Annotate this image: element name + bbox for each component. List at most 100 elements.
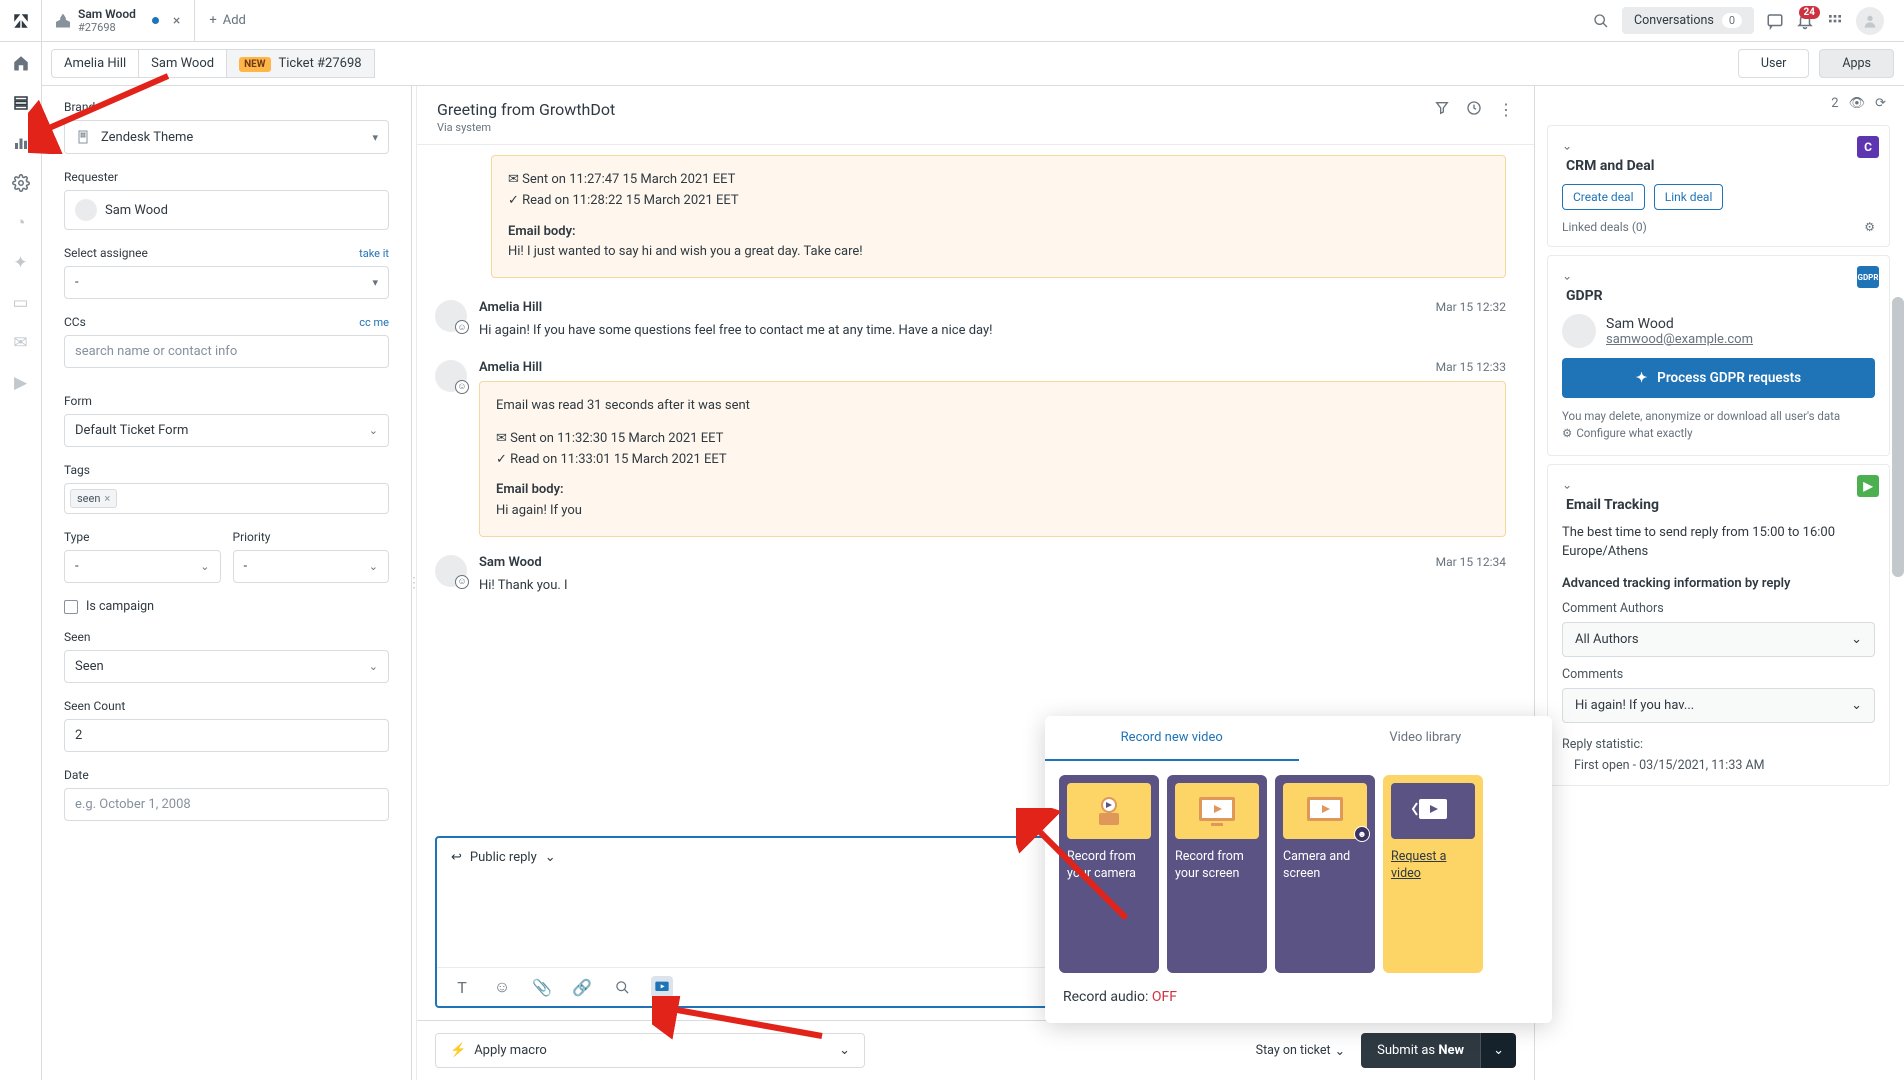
priority-select[interactable]: - ⌄ — [233, 550, 390, 583]
nav-rail: ◔ ✦ ▭ ✉ ▶ — [0, 42, 42, 1080]
conversations-button[interactable]: Conversations 0 — [1622, 7, 1754, 34]
date-label: Date — [64, 768, 389, 782]
gdpr-hint-2[interactable]: Configure what exactly — [1576, 426, 1692, 440]
settings-icon[interactable] — [10, 172, 32, 194]
profile-avatar[interactable] — [1856, 7, 1884, 35]
brand-select[interactable]: Zendesk Theme ▾ — [64, 120, 389, 154]
chevron-up-icon[interactable]: ⌃ — [1562, 268, 1572, 282]
crumb-ticket[interactable]: NEW Ticket #27698 — [226, 49, 375, 78]
user-badge-icon: ☺ — [455, 320, 469, 334]
user-icon — [56, 14, 70, 28]
conversation-header: Greeting from GrowthDot Via system ⋮ — [417, 86, 1534, 145]
gear-icon[interactable]: ⚙ — [1864, 220, 1875, 234]
views-icon[interactable] — [10, 92, 32, 114]
apply-macro-select[interactable]: ⚡ Apply macro ⌄ — [435, 1033, 865, 1068]
apps-toggle-button[interactable]: Apps — [1819, 49, 1894, 78]
card-camera-and-screen[interactable]: ☻ Camera and screen — [1275, 775, 1375, 973]
events-icon[interactable] — [1466, 100, 1482, 119]
create-deal-button[interactable]: Create deal — [1562, 184, 1645, 210]
tab-record-new-video[interactable]: Record new video — [1045, 716, 1299, 761]
app-icon-2[interactable]: ✦ — [10, 252, 32, 274]
email-tracking-section: ⌃ Email Tracking ▶ The best time to send… — [1547, 464, 1890, 786]
lightning-icon: ⚡ — [450, 1043, 466, 1058]
apps-grid-icon[interactable] — [1826, 12, 1844, 30]
text-format-icon[interactable]: T — [451, 976, 473, 998]
ticket-tab[interactable]: Sam Wood #27698 × — [42, 0, 195, 41]
reports-icon[interactable] — [10, 132, 32, 154]
gdpr-user-email[interactable]: samwood@example.com — [1606, 332, 1753, 347]
refresh-icon[interactable]: ⟳ — [1875, 96, 1886, 111]
et-title: Email Tracking — [1562, 497, 1875, 513]
cc-me-link[interactable]: cc me — [359, 316, 389, 329]
requester-input[interactable]: Sam Wood — [64, 190, 389, 230]
search-icon[interactable] — [1592, 12, 1610, 30]
close-tab-button[interactable]: × — [173, 13, 180, 29]
seen-label: Seen — [64, 630, 389, 644]
conversation-via: Via system — [437, 121, 615, 134]
assignee-select[interactable]: - ▾ — [64, 266, 389, 299]
avatar-icon: ☺ — [435, 360, 467, 392]
msg-body: Hi again! If you have some questions fee… — [479, 321, 1506, 342]
seen-count-label: Seen Count — [64, 699, 389, 713]
link-deal-button[interactable]: Link deal — [1654, 184, 1724, 210]
chevron-down-icon: ⌄ — [1851, 632, 1862, 647]
building-icon — [75, 129, 91, 145]
video-reply-icon[interactable] — [651, 976, 673, 998]
et-best-time: The best time to send reply from 15:00 t… — [1562, 523, 1875, 562]
tags-input[interactable]: seen × — [64, 483, 389, 514]
et-comments-select[interactable]: Hi again! If you hav... ⌄ — [1562, 688, 1875, 723]
crumb-profile-2[interactable]: Sam Wood — [138, 49, 227, 78]
assignee-label: Select assignee — [64, 246, 148, 260]
is-campaign-checkbox[interactable]: Is campaign — [64, 599, 389, 614]
video-popover: Record new video Video library Record fr… — [1045, 716, 1552, 1023]
add-tab-button[interactable]: + Add — [195, 0, 260, 41]
gdpr-shield-icon: ✦ — [1636, 370, 1647, 386]
attachment-icon[interactable]: 📎 — [531, 976, 553, 998]
et-authors-select[interactable]: All Authors ⌄ — [1562, 622, 1875, 657]
tab-video-library[interactable]: Video library — [1299, 716, 1553, 761]
seen-count-input[interactable]: 2 — [64, 719, 389, 752]
gdpr-section: ⌃ GDPR GDPR Sam Wood samwood@example.com — [1547, 255, 1890, 456]
type-select[interactable]: - ⌄ — [64, 550, 221, 583]
card-record-camera[interactable]: Record from your camera — [1059, 775, 1159, 973]
submit-button[interactable]: Submit as New — [1361, 1033, 1480, 1068]
chevron-up-icon[interactable]: ⌃ — [1562, 138, 1572, 152]
emoji-icon[interactable]: ☺ — [491, 976, 513, 998]
tag-chip[interactable]: seen × — [70, 489, 117, 508]
app-icon-3[interactable]: ▭ — [10, 292, 32, 314]
home-icon[interactable] — [10, 52, 32, 74]
screen-thumb-icon — [1175, 783, 1259, 839]
card-request-video[interactable]: Request a video — [1383, 775, 1483, 973]
app-icon-4[interactable]: ✉ — [10, 332, 32, 354]
seen-select[interactable]: Seen ⌄ — [64, 650, 389, 683]
more-icon[interactable]: ⋮ — [1498, 100, 1514, 119]
chat-icon[interactable] — [1766, 12, 1784, 30]
submit-caret-button[interactable]: ⌄ — [1480, 1033, 1516, 1068]
app-icon-1[interactable]: ◔ — [10, 212, 32, 234]
request-video-link[interactable]: Request a video — [1391, 849, 1446, 881]
app-icon-5[interactable]: ▶ — [10, 372, 32, 394]
date-input[interactable]: e.g. October 1, 2008 — [64, 788, 389, 821]
chevron-up-icon[interactable]: ⌃ — [1562, 477, 1572, 491]
type-label: Type — [64, 530, 221, 544]
user-toggle-button[interactable]: User — [1738, 49, 1809, 78]
msg-author: Amelia Hill — [479, 360, 542, 375]
process-gdpr-button[interactable]: ✦ Process GDPR requests — [1562, 358, 1875, 398]
filter-icon[interactable] — [1434, 100, 1450, 119]
crm-app-badge: C — [1857, 136, 1879, 158]
msg-author: Sam Wood — [479, 555, 542, 570]
form-select[interactable]: Default Ticket Form ⌄ — [64, 414, 389, 447]
take-it-link[interactable]: take it — [359, 247, 389, 260]
brand-logo[interactable] — [0, 0, 42, 41]
stay-on-ticket-select[interactable]: Stay on ticket ⌄ — [1256, 1043, 1345, 1059]
scrollbar-thumb[interactable] — [1892, 297, 1904, 577]
ccs-input[interactable]: search name or contact info — [64, 335, 389, 368]
chevron-down-icon: ⌄ — [545, 850, 556, 865]
remove-tag-icon[interactable]: × — [104, 492, 110, 505]
crumb-profile-1[interactable]: Amelia Hill — [51, 49, 139, 78]
notifications-button[interactable]: 24 — [1796, 12, 1814, 30]
search-kb-icon[interactable] — [611, 976, 633, 998]
card-record-screen[interactable]: Record from your screen — [1167, 775, 1267, 973]
link-icon[interactable]: 🔗 — [571, 976, 593, 998]
audio-off-toggle[interactable]: OFF — [1152, 989, 1177, 1005]
